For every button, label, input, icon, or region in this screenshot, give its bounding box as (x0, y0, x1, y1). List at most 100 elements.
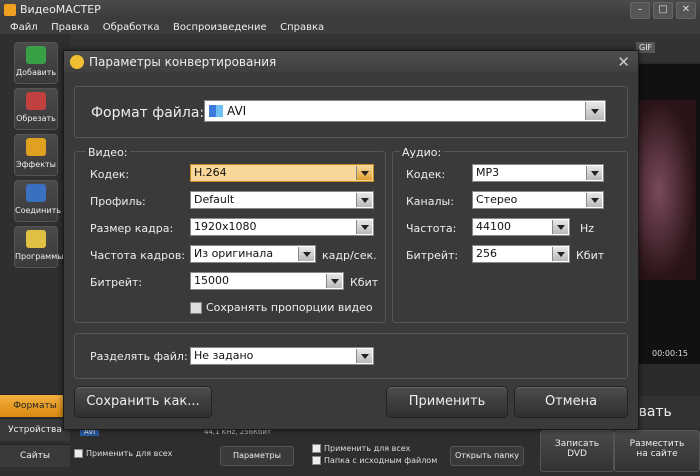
window-controls: – □ ✕ (630, 2, 696, 19)
menu-playback[interactable]: Воспроизведение (173, 21, 267, 35)
effects-icon (26, 138, 46, 156)
video-codec-select[interactable]: H.264 (190, 164, 374, 182)
menu-processing[interactable]: Обработка (103, 21, 160, 35)
apply-all-label: Применить для всех (324, 444, 411, 453)
chevron-down-icon[interactable] (552, 220, 568, 234)
tab-sites[interactable]: Сайты (0, 444, 70, 467)
chevron-down-icon[interactable] (356, 166, 372, 180)
time-display: 00:00:15 (652, 349, 688, 358)
channels-select[interactable]: Стерео (472, 191, 604, 209)
cancel-button[interactable]: Отмена (514, 386, 628, 418)
audio-codec-select[interactable]: MP3 (472, 164, 604, 182)
film-reel-icon (70, 55, 84, 69)
chevron-down-icon[interactable] (298, 247, 314, 261)
apply-button[interactable]: Применить (386, 386, 508, 418)
menu-file[interactable]: Файл (10, 21, 38, 35)
open-folder-button[interactable]: Открыть папку (450, 446, 524, 466)
frame-size-select[interactable]: 1920x1080 (190, 218, 374, 236)
fps-unit: кадр/сек. (322, 249, 377, 262)
sidebar-item-join[interactable]: Соединить (14, 180, 61, 222)
save-as-button[interactable]: Сохранить как... (74, 386, 212, 418)
chevron-down-icon[interactable] (356, 193, 372, 207)
keep-ratio-label: Сохранять пропорции видео (206, 301, 373, 314)
audio-bitrate-value: 256 (476, 247, 497, 260)
video-bitrate-unit: Кбит (350, 276, 379, 289)
convert-button[interactable]: овать (630, 396, 700, 428)
menu-help[interactable]: Справка (280, 21, 324, 35)
chevron-down-icon[interactable] (586, 166, 602, 180)
audio-freq-unit: Hz (580, 222, 595, 235)
avi-format-icon (209, 105, 223, 117)
sidebar-item-label: Эффекты (16, 160, 56, 169)
chevron-down-icon[interactable] (356, 349, 372, 363)
scissors-icon (26, 92, 46, 110)
params-button[interactable]: Параметры (220, 446, 294, 466)
sidebar-item-label: Соединить (15, 206, 61, 215)
chevron-down-icon[interactable] (586, 193, 602, 207)
dialog-titlebar: Параметры конвертирования ✕ (64, 51, 638, 73)
sidebar-item-label: Программы (15, 252, 64, 261)
tab-formats[interactable]: Форматы (0, 394, 70, 417)
sidebar-item-label: Обрезать (16, 114, 56, 123)
video-profile-value: Default (194, 193, 235, 206)
video-profile-label: Профиль: (90, 195, 146, 208)
minimize-icon[interactable]: – (630, 2, 650, 19)
format-value: AVI (227, 104, 247, 118)
chevron-down-icon[interactable] (585, 102, 604, 120)
dialog-title: Параметры конвертирования (89, 55, 277, 69)
upload-site-button[interactable]: Разместить на сайте (614, 430, 700, 472)
apply-all-checkbox-right[interactable]: Применить для всех (312, 444, 410, 453)
burn-dvd-button[interactable]: Записать DVD (540, 430, 614, 472)
video-bitrate-value: 15000 (194, 274, 229, 287)
app-logo-icon (4, 4, 16, 16)
chevron-down-icon[interactable] (326, 274, 342, 288)
programs-icon (26, 230, 46, 248)
tab-devices[interactable]: Устройства (0, 418, 70, 441)
dvd-label-1: Записать (554, 439, 600, 449)
format-select[interactable]: AVI (204, 100, 606, 122)
fps-value: Из оригинала (194, 247, 274, 260)
video-bitrate-select[interactable]: 15000 (190, 272, 344, 290)
source-folder-checkbox[interactable]: Папка с исходным файлом (312, 456, 437, 465)
video-codec-label: Кодек: (90, 168, 130, 181)
close-icon[interactable]: ✕ (617, 53, 630, 71)
split-value: Не задано (194, 349, 254, 362)
video-codec-value: H.264 (194, 166, 227, 179)
dvd-label-2: DVD (567, 449, 587, 459)
split-select[interactable]: Не задано (190, 347, 374, 365)
audio-freq-select[interactable]: 44100 (472, 218, 570, 236)
app-titlebar: ВидеоМАСТЕР – □ ✕ (0, 0, 700, 20)
menu-bar: Файл Правка Обработка Воспроизведение Сп… (0, 20, 700, 34)
audio-codec-value: MP3 (476, 166, 500, 179)
audio-section-title: Аудио: (400, 146, 444, 159)
sidebar-item-effects[interactable]: Эффекты (14, 134, 58, 176)
sidebar-item-cut[interactable]: Обрезать (14, 88, 58, 130)
maximize-icon[interactable]: □ (653, 2, 673, 19)
video-section-title: Видео: (86, 146, 130, 159)
keep-ratio-checkbox[interactable] (190, 302, 202, 314)
apply-all-checkbox-left[interactable]: Применить для всех (74, 449, 172, 458)
audio-freq-value: 44100 (476, 220, 511, 233)
join-icon (26, 184, 46, 202)
sidebar-item-label: Добавить (15, 68, 57, 77)
sidebar-item-programs[interactable]: Программы (14, 226, 64, 268)
site-label-1: Разместить (629, 439, 685, 449)
source-folder-label: Папка с исходным файлом (324, 456, 438, 465)
sidebar-item-add[interactable]: Добавить (14, 42, 58, 84)
menu-edit[interactable]: Правка (51, 21, 89, 35)
conversion-settings-dialog: Параметры конвертирования ✕ Формат файла… (63, 50, 639, 430)
audio-bitrate-unit: Кбит (576, 249, 605, 262)
fps-select[interactable]: Из оригинала (190, 245, 316, 263)
channels-label: Каналы: (406, 195, 454, 208)
channels-value: Стерео (476, 193, 518, 206)
chevron-down-icon[interactable] (552, 247, 568, 261)
video-profile-select[interactable]: Default (190, 191, 374, 209)
audio-bitrate-label: Битрейт: (406, 249, 459, 262)
video-bitrate-label: Битрейт: (90, 276, 143, 289)
format-label: Формат файла: (91, 105, 205, 121)
chevron-down-icon[interactable] (356, 220, 372, 234)
apply-all-label: Применить для всех (86, 449, 173, 458)
close-icon[interactable]: ✕ (676, 2, 696, 19)
audio-freq-label: Частота: (406, 222, 457, 235)
audio-bitrate-select[interactable]: 256 (472, 245, 570, 263)
